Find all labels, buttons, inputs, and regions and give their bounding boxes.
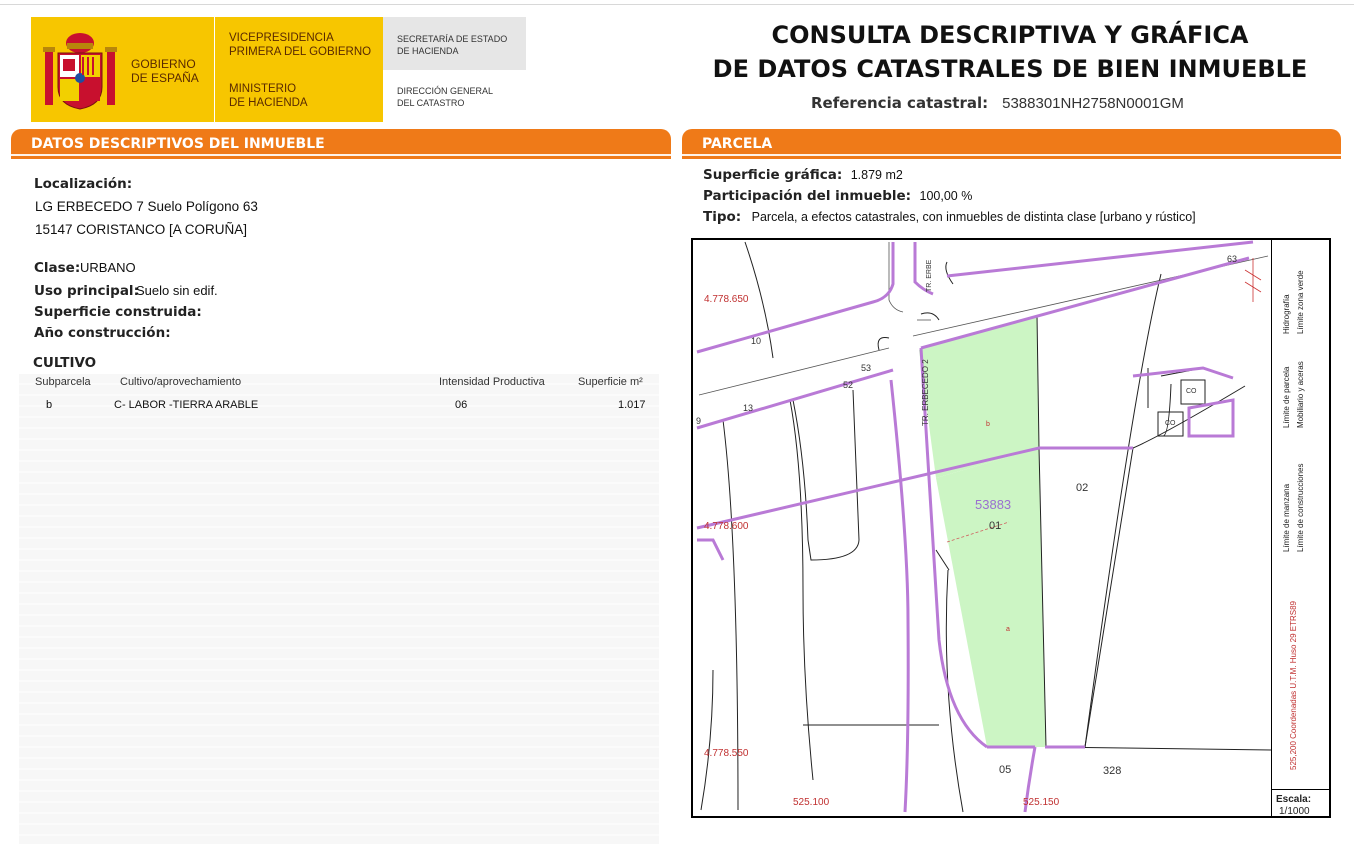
localizacion-label: Localización: [34,176,133,192]
anio-construccion-label: Año construcción: [34,325,171,341]
label-63: 63 [1227,254,1238,264]
col-cultivo: Cultivo/aprovechamiento [120,376,242,388]
label-52: 52 [843,380,854,390]
col-subparcela: Subparcela [35,376,91,388]
title-line-1: CONSULTA DESCRIPTIVA Y GRÁFICA [771,21,1249,49]
logo-vicepresidencia-text: VICEPRESIDENCIA PRIMERA DEL GOBIERNO [229,32,372,58]
legend-limite-construcciones: Límite de construcciones [1296,463,1305,553]
cadastral-map[interactable]: 4.778.650 4.778.600 4.778.550 525.100 52… [691,238,1331,818]
logo-secretaria-text: SECRETARÍA DE ESTADO DE HACIENDA [397,34,508,56]
cultivo-heading: CULTIVO [33,355,97,371]
logo-separator [214,17,215,122]
tipo-label: Tipo: [703,209,742,225]
label-co-2: CO [1165,420,1176,427]
coord-y2: 4.778.600 [704,521,749,532]
section-title-descriptivos: DATOS DESCRIPTIVOS DEL INMUEBLE [31,136,325,152]
tipo-row: Tipo: Parcela, a efectos catastrales, co… [703,208,1196,226]
localizacion-line-2: 15147 CORISTANCO [A CORUÑA] [35,222,248,237]
street-label-erbecedo: TR. ERBECEDO 2 [921,359,930,426]
government-logo: GOBIERNO DE ESPAÑA VICEPRESIDENCIA PRIME… [31,17,526,122]
scale-value: 1/1000 [1279,806,1310,817]
superficie-construida-label: Superficie construida: [34,304,202,320]
label-13: 13 [743,403,754,413]
coord-x1: 525.100 [793,797,830,808]
col-superficie: Superficie m² [578,376,643,388]
legend-coords-note: 525,200 Coordenadas U.T.M. Huso 29 ETRS8… [1289,601,1298,770]
cell-subparcela: b [46,399,53,411]
uso-value: Suelo sin edif. [136,283,218,298]
parcel-05-label: 05 [999,764,1012,776]
map-drawing [696,240,1272,813]
tipo-value: Parcela, a efectos catastrales, con inmu… [751,210,1196,224]
cell-cultivo: C- LABOR -TIERRA ARABLE [114,399,259,411]
coord-y1: 4.778.650 [704,294,749,305]
coord-y3: 4.778.550 [704,748,749,759]
title-line-2: DE DATOS CATASTRALES DE BIEN INMUEBLE [712,55,1308,83]
scale-label: Escala: [1276,794,1312,805]
header-underline [682,154,1341,156]
superficie-grafica-value: 1.879 m2 [850,168,903,182]
logo-ministerio-text: MINISTERIO DE HACIENDA [229,83,308,109]
parcel-328-label: 328 [1103,765,1122,777]
referencia-catastral: Referencia catastral: 5388301NH2758N0001G… [811,94,1184,112]
legend-zona-verde: Límite zona verde [1296,270,1305,334]
page-title: CONSULTA DESCRIPTIVA Y GRÁFICA DE DATOS … [700,18,1320,86]
clase-label: Clase: [34,260,81,276]
col-intensidad: Intensidad Productiva [439,376,545,388]
superficie-grafica-row: Superficie gráfica: 1.879 m2 [703,166,903,184]
street-label-erbe: TR. ERBE [926,259,933,292]
localizacion-line-1: LG ERBECEDO 7 Suelo Polígono 63 [35,199,258,214]
coat-of-arms-icon [43,33,117,110]
coord-x2: 525.150 [1023,797,1060,808]
legend-hidrografia: Hidrografía [1282,294,1291,334]
logo-gobierno-text: GOBIERNO DE ESPAÑA [131,57,199,85]
header-underline [11,154,671,156]
ref-value: 5388301NH2758N0001GM [1002,95,1184,112]
subparcel-a-label: a [1006,626,1010,633]
orientation-marks [1244,258,1262,302]
subparcel-b-label: b [986,421,990,428]
label-10: 10 [751,336,762,346]
superficie-grafica-label: Superficie gráfica: [703,167,843,183]
legend-mobiliario: Mobiliario y aceras [1296,361,1305,428]
parcel-01-label: 01 [989,520,1002,532]
section-header-descriptivos: DATOS DESCRIPTIVOS DEL INMUEBLE [11,129,671,159]
section-title-parcela: PARCELA [702,136,773,152]
participacion-row: Participación del inmueble: 100,00 % [703,187,972,205]
parcel-02-label: 02 [1076,482,1089,494]
logo-direccion-text: DIRECCIÓN GENERAL DEL CATASTRO [397,86,494,108]
participacion-value: 100,00 % [919,189,973,203]
cell-intensidad: 06 [455,399,468,411]
label-9: 9 [696,416,702,426]
participacion-label: Participación del inmueble: [703,188,912,204]
legend-limite-parcela: Límite de parcela [1282,366,1291,428]
parcel-ref-label: 53883 [975,497,1012,512]
cell-superficie: 1.017 [618,399,646,411]
ref-label: Referencia catastral: [811,94,989,112]
scale-divider [1271,789,1329,790]
cultivo-table: Subparcela Cultivo/aprovechamiento Inten… [19,374,659,844]
top-divider [0,4,1354,5]
clase-value: URBANO [80,260,136,275]
legend-limite-manzana: Límite de manzana [1282,483,1291,552]
legend-divider [1271,240,1272,816]
label-53: 53 [861,363,872,373]
section-header-parcela: PARCELA [682,129,1341,159]
label-co-1: CO [1186,388,1197,395]
uso-label: Uso principal: [34,283,139,299]
